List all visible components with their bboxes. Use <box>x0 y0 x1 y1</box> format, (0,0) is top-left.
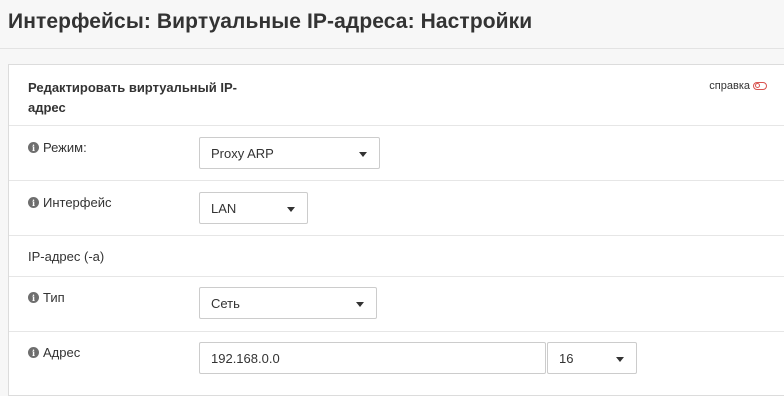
card-header: Редактировать виртуальный IP-адрес справ… <box>9 65 784 126</box>
edit-card: Редактировать виртуальный IP-адрес справ… <box>8 64 784 396</box>
mask-select[interactable]: 16 <box>547 342 637 374</box>
chevron-down-icon <box>359 152 367 157</box>
interface-label: Интерфейс <box>43 195 112 210</box>
interface-row: i Интерфейс LAN <box>9 181 784 236</box>
info-icon[interactable]: i <box>28 142 39 153</box>
mode-select-value: Proxy ARP <box>211 145 274 161</box>
interface-select-value: LAN <box>211 200 237 216</box>
toggle-icon[interactable] <box>753 82 767 90</box>
ip-section-row: IP-адрес (-а) <box>9 236 784 277</box>
interface-label-wrap: i Интерфейс <box>28 195 111 210</box>
type-select[interactable]: Сеть <box>199 287 377 319</box>
mask-select-value: 16 <box>559 350 574 366</box>
address-input-value: 192.168.0.0 <box>211 350 280 366</box>
type-row: i Тип Сеть <box>9 277 784 332</box>
type-label: Тип <box>43 290 65 305</box>
interface-select[interactable]: LAN <box>199 192 308 224</box>
mode-row: i Режим: Proxy ARP <box>9 126 784 181</box>
chevron-down-icon <box>616 357 624 362</box>
help-label: справка <box>709 80 750 92</box>
address-input[interactable]: 192.168.0.0 <box>199 342 546 374</box>
info-icon[interactable]: i <box>28 347 39 358</box>
address-label: Адрес <box>43 345 81 360</box>
title-divider <box>0 48 784 49</box>
address-label-wrap: i Адрес <box>28 345 80 360</box>
help-link[interactable]: справка <box>709 80 767 92</box>
card-title: Редактировать виртуальный IP-адрес <box>28 80 237 115</box>
info-icon[interactable]: i <box>28 197 39 208</box>
info-icon[interactable]: i <box>28 292 39 303</box>
ip-section-label: IP-адрес (-а) <box>28 249 105 264</box>
page-title: Интерфейсы: Виртуальные IP-адреса: Настр… <box>8 10 533 33</box>
chevron-down-icon <box>287 207 295 212</box>
mode-label-wrap: i Режим: <box>28 140 87 155</box>
type-select-value: Сеть <box>211 295 240 311</box>
address-row: i Адрес 192.168.0.0 16 <box>9 332 784 392</box>
mode-select[interactable]: Proxy ARP <box>199 137 380 169</box>
mode-label: Режим: <box>43 140 87 155</box>
chevron-down-icon <box>356 302 364 307</box>
type-label-wrap: i Тип <box>28 290 65 305</box>
